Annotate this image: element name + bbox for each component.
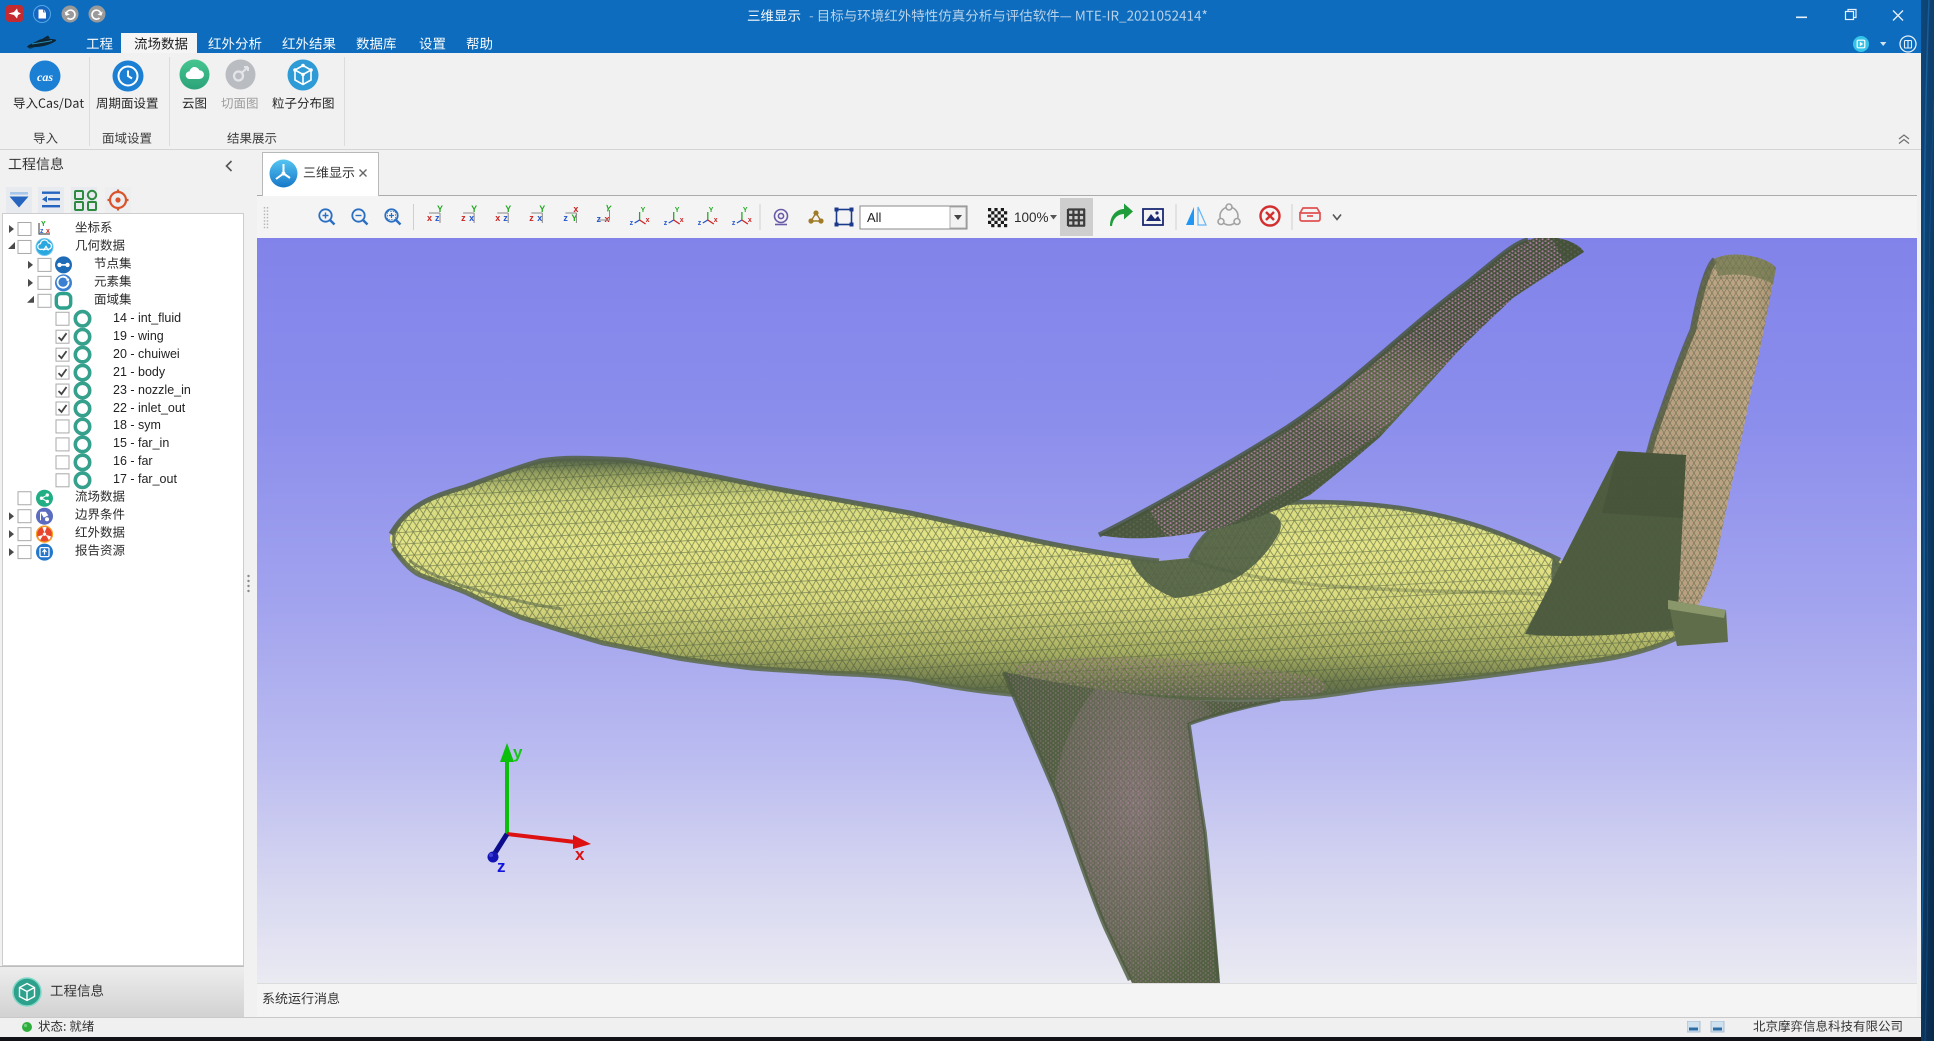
svg-text:100%: 100% — [1014, 210, 1049, 225]
svg-text:Y: Y — [505, 204, 511, 214]
svg-text:z: z — [664, 220, 668, 227]
svg-text:z: z — [563, 213, 568, 223]
svg-text:x: x — [748, 217, 752, 224]
svg-text:z: z — [497, 857, 506, 876]
svg-text:z: z — [461, 213, 466, 223]
svg-text:z: z — [597, 214, 602, 224]
svg-text:Y: Y — [641, 207, 646, 214]
svg-text:x: x — [495, 213, 500, 223]
svg-text:z: z — [630, 220, 634, 227]
svg-text:x: x — [469, 213, 474, 223]
svg-text:x: x — [646, 217, 650, 224]
svg-text:x: x — [605, 214, 610, 224]
svg-text:Y: Y — [604, 203, 612, 214]
svg-text:z: z — [698, 220, 702, 227]
svg-text:All: All — [867, 210, 882, 225]
svg-text:x: x — [575, 845, 585, 864]
svg-text:z: z — [529, 213, 534, 223]
svg-text:Y: Y — [471, 204, 477, 214]
svg-text:z: z — [503, 213, 508, 223]
svg-text:x: x — [537, 213, 542, 223]
svg-text:Y: Y — [437, 204, 443, 214]
svg-text:x: x — [427, 213, 432, 223]
svg-text:Y: Y — [539, 204, 545, 214]
svg-text:Y: Y — [675, 207, 680, 214]
svg-text:x: x — [680, 217, 684, 224]
svg-text:y: y — [513, 743, 523, 762]
svg-text:z: z — [435, 213, 440, 223]
svg-text:Y: Y — [743, 207, 748, 214]
svg-text:Y: Y — [709, 207, 714, 214]
svg-text:z: z — [732, 220, 736, 227]
svg-text:x: x — [573, 204, 578, 214]
svg-text:x: x — [714, 217, 718, 224]
